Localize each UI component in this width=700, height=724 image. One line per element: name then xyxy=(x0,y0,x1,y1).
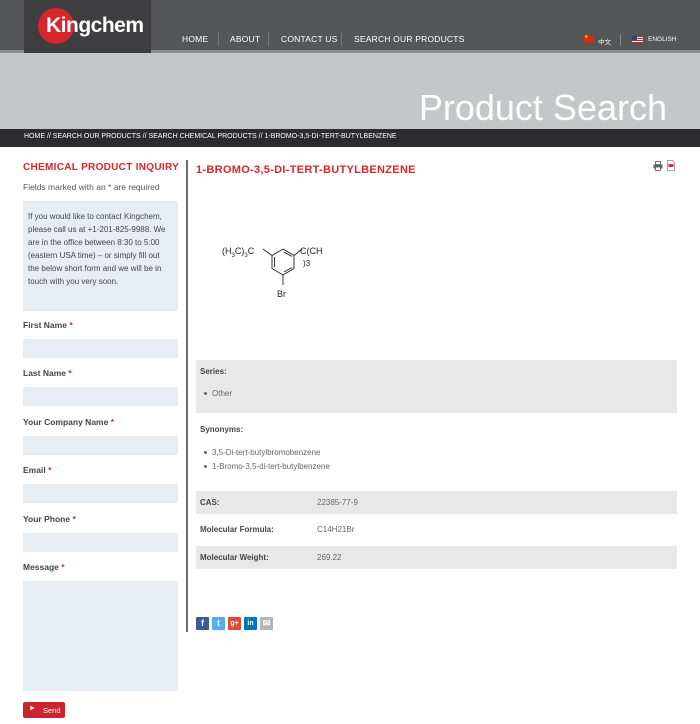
company-name-field[interactable] xyxy=(23,436,178,455)
list-item: Other xyxy=(203,389,233,398)
tert-butyl-right-subscript: )3 xyxy=(303,259,311,268)
list-item: 1-Bromo-3,5-di-tert-butylbenzene xyxy=(204,462,330,471)
property-row-cas: CAS: 22385-77-9 xyxy=(196,491,677,514)
series-panel: Series: Other xyxy=(196,360,677,413)
required-note-text-end: are required xyxy=(111,182,160,192)
lang-chinese[interactable]: 中文 xyxy=(598,36,611,46)
tert-butyl-right-label: C(CH xyxy=(300,246,323,256)
nav-contact-us[interactable]: CONTACT US xyxy=(281,34,337,44)
first-name-label: First Name * xyxy=(23,320,73,330)
china-flag-icon[interactable] xyxy=(583,34,594,43)
play-arrow-icon: ► xyxy=(29,705,36,712)
required-note-text: Fields marked with an xyxy=(23,182,109,192)
google-plus-icon[interactable]: g+ xyxy=(228,617,241,630)
property-row-weight: Molecular Weight: 269.22 xyxy=(196,546,677,569)
logo-text: Kingchem xyxy=(46,14,144,37)
last-name-field[interactable] xyxy=(23,387,178,406)
required-star: * xyxy=(48,465,52,475)
phone-label: Your Phone * xyxy=(23,514,76,524)
list-item: 3,5-Di-tert-butylbromobenzene xyxy=(204,448,321,457)
synonyms-panel: Synonyms: 3,5-Di-tert-butylbromobenzene … xyxy=(196,420,677,480)
bromine-label: Br xyxy=(277,289,286,299)
required-star: * xyxy=(68,368,72,378)
message-field[interactable] xyxy=(23,581,178,691)
nav-separator xyxy=(218,32,219,46)
column-divider xyxy=(186,160,188,632)
linkedin-icon[interactable]: in xyxy=(244,617,257,630)
series-heading: Series: xyxy=(200,367,227,376)
breadcrumb-bar: HOME // SEARCH OUR PRODUCTS // SEARCH CH… xyxy=(0,129,700,147)
hero-banner: Product Search xyxy=(0,53,700,129)
required-note: Fields marked with an * are required xyxy=(23,182,160,192)
message-label: Message * xyxy=(23,562,65,572)
us-flag-icon[interactable] xyxy=(632,36,643,43)
label-text: Email xyxy=(23,465,46,475)
label-text: Your Phone xyxy=(23,514,71,524)
lang-english[interactable]: ENGLISH xyxy=(648,36,677,43)
property-value: C14H21Br xyxy=(317,525,355,534)
send-button[interactable]: ► Send xyxy=(23,702,65,718)
print-icon[interactable] xyxy=(653,161,663,171)
email-icon[interactable]: ✉ xyxy=(260,617,273,630)
required-star: * xyxy=(110,417,115,427)
tert-butyl-left-label: (H3C)3C xyxy=(222,246,254,259)
nav-home[interactable]: HOME xyxy=(182,34,208,44)
nav-search-products[interactable]: SEARCH OUR PRODUCTS xyxy=(354,34,465,44)
page-title: Product Search xyxy=(418,87,667,128)
inquiry-title: CHEMICAL PRODUCT INQUIRY xyxy=(23,162,180,173)
synonyms-heading: Synonyms: xyxy=(200,425,244,434)
contact-info-box: If you would like to contact Kingchem, p… xyxy=(23,201,178,311)
label-text: Message xyxy=(23,562,59,572)
nav-about[interactable]: ABOUT xyxy=(230,34,260,44)
nav-separator xyxy=(268,32,269,46)
email-label: Email * xyxy=(23,465,51,475)
property-row-formula: Molecular Formula: C14H21Br xyxy=(196,518,677,541)
struct-text: C) xyxy=(234,246,245,256)
property-label: Molecular Formula: xyxy=(200,525,274,534)
label-text: Last Name xyxy=(23,368,66,378)
property-label: Molecular Weight: xyxy=(200,553,269,562)
lang-separator xyxy=(620,34,621,45)
property-label: CAS: xyxy=(200,498,220,507)
breadcrumb[interactable]: HOME // SEARCH OUR PRODUCTS // SEARCH CH… xyxy=(24,133,397,140)
property-value: 269.22 xyxy=(317,553,342,562)
email-field[interactable] xyxy=(23,484,178,503)
last-name-label: Last Name * xyxy=(23,368,72,378)
company-name-label: Your Company Name * xyxy=(23,417,114,427)
required-star: * xyxy=(69,320,73,330)
struct-text: (H xyxy=(222,246,232,256)
required-star: * xyxy=(61,562,65,572)
product-title: 1-BROMO-3,5-DI-TERT-BUTYLBENZENE xyxy=(196,164,416,176)
label-text: Your Company Name xyxy=(23,417,109,427)
struct-text: C xyxy=(247,246,255,256)
phone-field[interactable] xyxy=(23,533,178,552)
label-text: First Name xyxy=(23,320,67,330)
chemical-structure-image: (H3C)3C C(CH )3 Br xyxy=(219,235,339,305)
twitter-icon[interactable]: t xyxy=(212,617,225,630)
send-label: Send xyxy=(43,706,61,715)
required-star: * xyxy=(72,514,76,524)
first-name-field[interactable] xyxy=(23,339,178,358)
facebook-icon[interactable]: f xyxy=(196,617,209,630)
pdf-icon[interactable] xyxy=(667,160,675,171)
logo[interactable]: Kingchem xyxy=(24,0,151,54)
property-value: 22385-77-9 xyxy=(317,498,358,507)
nav-separator xyxy=(341,32,342,46)
